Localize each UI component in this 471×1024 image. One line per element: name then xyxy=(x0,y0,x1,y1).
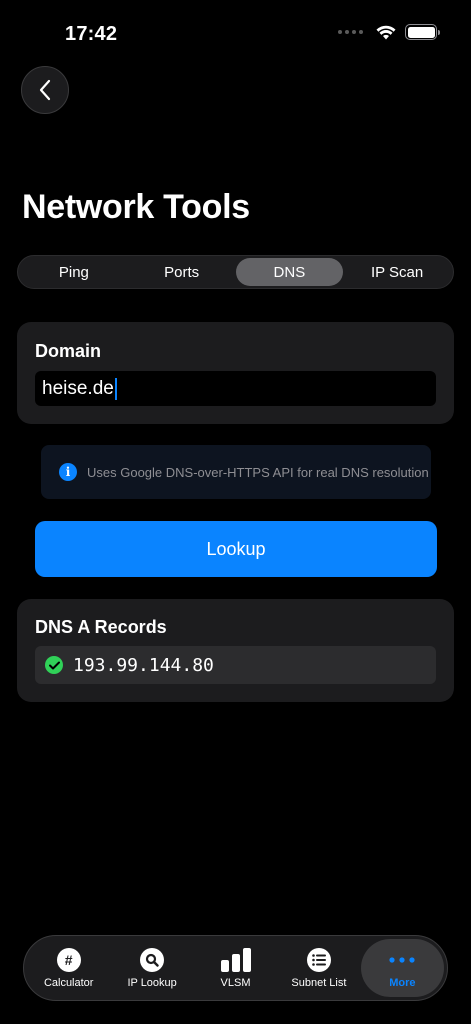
back-button[interactable] xyxy=(21,66,69,114)
tab-label: Calculator xyxy=(43,976,94,989)
info-text: Uses Google DNS-over-HTTPS API for real … xyxy=(87,464,429,480)
ellipsis-icon xyxy=(389,956,415,963)
tab-vlsm[interactable]: VLSM xyxy=(194,939,277,997)
dns-record-row: 193.99.144.80 xyxy=(35,646,436,684)
segment-ports[interactable]: Ports xyxy=(128,258,236,286)
segment-dns[interactable]: DNS xyxy=(235,258,344,286)
info-icon: i xyxy=(59,463,77,481)
hash-icon: # xyxy=(56,947,81,972)
segment-ping[interactable]: Ping xyxy=(20,258,128,286)
page-title: Network Tools xyxy=(22,188,250,226)
tab-calculator[interactable]: # Calculator xyxy=(27,939,110,997)
dns-records-title: DNS A Records xyxy=(35,617,167,637)
status-time: 17:42 xyxy=(65,23,118,45)
tab-bar: # Calculator IP Lookup VLSM Subnet List … xyxy=(23,935,448,1001)
segment-ip-scan[interactable]: IP Scan xyxy=(343,258,451,286)
info-banner: i Uses Google DNS-over-HTTPS API for rea… xyxy=(41,445,431,499)
tab-more[interactable]: More xyxy=(360,939,445,997)
dns-records-card: DNS A Records 193.99.144.80 xyxy=(17,599,454,702)
screen: 17:42 Network Tools Ping Ports DNS IP Sc… xyxy=(0,0,471,1024)
domain-input[interactable]: heise.de xyxy=(35,371,436,406)
dns-record-value: 193.99.144.80 xyxy=(73,654,214,676)
bars-icon xyxy=(220,947,251,972)
battery-icon xyxy=(405,24,440,40)
tab-label: Subnet List xyxy=(291,976,347,989)
wifi-icon xyxy=(376,25,396,39)
tab-ip-lookup[interactable]: IP Lookup xyxy=(110,939,193,997)
list-icon xyxy=(306,947,331,972)
tab-label: IP Lookup xyxy=(127,976,177,989)
status-indicators xyxy=(338,24,440,40)
text-caret xyxy=(114,377,117,400)
tool-segmented-control: Ping Ports DNS IP Scan xyxy=(17,255,454,289)
signal-dots-icon xyxy=(338,30,363,34)
domain-input-value: heise.de xyxy=(42,377,114,399)
magnifier-icon xyxy=(140,947,165,972)
tab-label: More xyxy=(389,976,416,989)
domain-label: Domain xyxy=(35,341,102,361)
chevron-left-icon xyxy=(39,79,51,101)
domain-card: Domain heise.de xyxy=(17,322,454,424)
checkmark-circle-icon xyxy=(45,656,63,674)
tab-subnet-list[interactable]: Subnet List xyxy=(277,939,360,997)
lookup-button[interactable]: Lookup xyxy=(35,521,437,577)
tab-label: VLSM xyxy=(220,976,251,989)
